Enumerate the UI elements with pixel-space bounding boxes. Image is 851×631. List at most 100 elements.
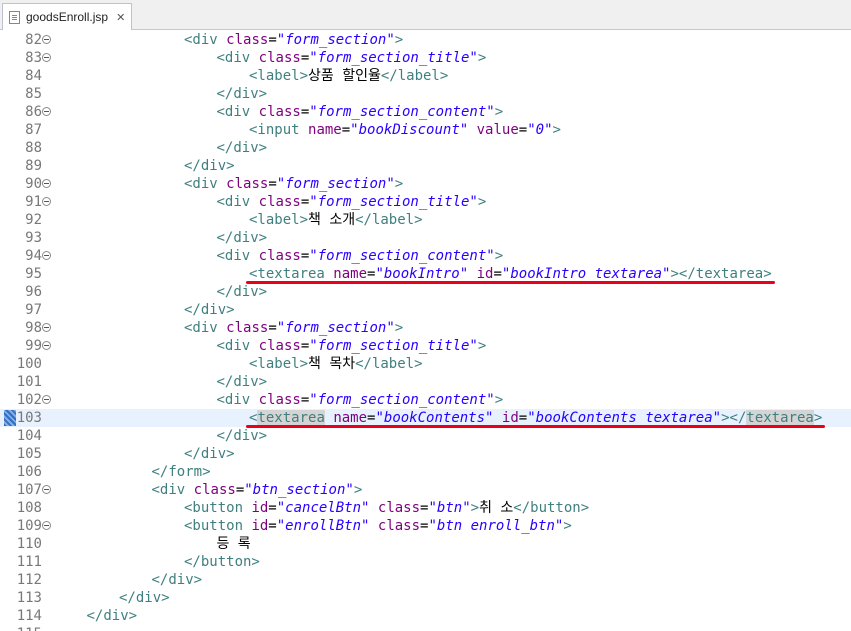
code-token: > — [813, 410, 823, 426]
code-line[interactable]: 84 <label>상품 할인율</label> — [0, 67, 851, 85]
code-token: "form_section" — [276, 176, 395, 192]
code-token: > — [494, 392, 504, 408]
code-token: > — [494, 104, 504, 120]
code-line[interactable]: 91 <div class="form_section_title"> — [0, 193, 851, 211]
code-text: </div> — [184, 301, 235, 319]
code-text: </button> — [184, 553, 260, 571]
code-line[interactable]: 104 </div> — [0, 427, 851, 445]
code-line[interactable]: 107 <div class="btn_section"> — [0, 481, 851, 499]
code-token: <div — [184, 176, 227, 192]
fold-toggle-icon[interactable] — [42, 341, 51, 350]
code-line[interactable]: 108 <button id="cancelBtn" class="btn">취 … — [0, 499, 851, 517]
code-token: id — [501, 410, 519, 426]
code-line[interactable]: 105 </div> — [0, 445, 851, 463]
code-line[interactable]: 101 </div> — [0, 373, 851, 391]
line-number: 92 — [25, 212, 42, 228]
code-line[interactable]: 93 </div> — [0, 229, 851, 247]
code-token: </div> — [151, 572, 203, 588]
file-tab-label: goodsEnroll.jsp — [26, 10, 109, 24]
code-text: <div class="form_section_content"> — [217, 103, 504, 121]
code-line[interactable]: 92 <label>책 소개</label> — [0, 211, 851, 229]
line-number: 113 — [16, 590, 42, 606]
code-line[interactable]: 97 </div> — [0, 301, 851, 319]
code-token: </label> — [355, 212, 423, 228]
code-line[interactable]: 88 </div> — [0, 139, 851, 157]
code-token: <div — [216, 104, 259, 120]
code-token: = — [300, 248, 310, 264]
code-text: </div> — [87, 607, 138, 625]
code-token: ></ — [721, 410, 747, 426]
line-number: 110 — [16, 536, 42, 552]
close-icon[interactable]: ✕ — [116, 11, 125, 24]
code-editor[interactable]: 82 <div class="form_section"> 83 <div class… — [0, 30, 851, 631]
fold-toggle-icon[interactable] — [42, 197, 51, 206]
code-text: <input name="bookDiscount" value="0"> — [249, 121, 561, 139]
code-token: 상품 할인율 — [308, 68, 381, 84]
code-token: class — [226, 320, 269, 336]
line-number: 100 — [16, 356, 42, 372]
code-token: name — [308, 122, 342, 138]
code-token: "0" — [527, 122, 553, 138]
code-text: <div class="form_section_title"> — [217, 193, 487, 211]
code-line[interactable]: 96 </div> — [0, 283, 851, 301]
code-line[interactable]: 82 <div class="form_section"> — [0, 31, 851, 49]
code-line[interactable]: 86 <div class="form_section_content"> — [0, 103, 851, 121]
code-token: value — [476, 122, 519, 138]
code-line[interactable]: 99 <div class="form_section_title"> — [0, 337, 851, 355]
code-line[interactable]: 89 </div> — [0, 157, 851, 175]
code-token: = — [493, 266, 502, 282]
code-line[interactable]: 111 </button> — [0, 553, 851, 571]
code-token: "bookIntro" — [375, 266, 469, 282]
code-token: = — [300, 392, 310, 408]
code-line[interactable]: 87 <input name="bookDiscount" value="0"> — [0, 121, 851, 139]
code-token: id — [476, 266, 494, 282]
code-line[interactable]: 85 </div> — [0, 85, 851, 103]
fold-toggle-icon[interactable] — [42, 35, 51, 44]
code-token: "form_section_content" — [309, 104, 495, 120]
code-token: > — [494, 248, 504, 264]
code-token: = — [268, 320, 277, 336]
code-token: "form_section_content" — [309, 392, 495, 408]
line-number: 83 — [25, 50, 42, 66]
fold-toggle-icon[interactable] — [42, 53, 51, 62]
code-line[interactable]: 113 </div> — [0, 589, 851, 607]
code-token: > — [477, 338, 487, 354]
code-line[interactable]: 112 </div> — [0, 571, 851, 589]
code-token: </div> — [216, 374, 268, 390]
code-token: "bookContents" — [375, 410, 494, 426]
code-text: </div> — [217, 427, 268, 445]
code-token: "enrollBtn" — [276, 518, 370, 534]
code-token: <div — [216, 338, 259, 354]
fold-toggle-icon[interactable] — [42, 251, 51, 260]
code-token: <input — [249, 122, 309, 138]
code-line[interactable]: 106 </form> — [0, 463, 851, 481]
fold-toggle-icon[interactable] — [42, 521, 51, 530]
code-line[interactable]: 83 <div class="form_section_title"> — [0, 49, 851, 67]
code-line[interactable]: 114 </div> — [0, 607, 851, 625]
code-line[interactable]: 110 등 록 — [0, 535, 851, 553]
code-line[interactable]: 98 <div class="form_section"> — [0, 319, 851, 337]
line-number: 103 — [16, 410, 42, 426]
file-tab[interactable]: goodsEnroll.jsp ✕ — [2, 3, 132, 30]
code-token: </label> — [355, 356, 423, 372]
fold-toggle-icon[interactable] — [42, 107, 51, 116]
code-token: = — [300, 104, 310, 120]
code-token: </div> — [184, 158, 235, 174]
fold-toggle-icon[interactable] — [42, 323, 51, 332]
code-token: <div — [151, 482, 194, 498]
code-line[interactable]: 90 <div class="form_section"> — [0, 175, 851, 193]
code-text: <button id="enrollBtn" class="btn enroll… — [184, 517, 572, 535]
fold-toggle-icon[interactable] — [42, 179, 51, 188]
fold-toggle-icon[interactable] — [42, 395, 51, 404]
line-number: 89 — [25, 158, 42, 174]
code-line[interactable]: 102 <div class="form_section_content"> — [0, 391, 851, 409]
fold-toggle-icon[interactable] — [42, 485, 51, 494]
code-token: <label> — [249, 68, 309, 84]
code-token: "form_section_title" — [309, 194, 478, 210]
line-number: 90 — [25, 176, 42, 192]
code-line[interactable]: 100 <label>책 목차</label> — [0, 355, 851, 373]
code-line[interactable]: 109 <button id="enrollBtn" class="btn enr… — [0, 517, 851, 535]
editor-tab-bar: goodsEnroll.jsp ✕ — [0, 0, 851, 30]
code-line[interactable]: 94 <div class="form_section_content"> — [0, 247, 851, 265]
code-line[interactable]: 115 — [0, 625, 851, 631]
